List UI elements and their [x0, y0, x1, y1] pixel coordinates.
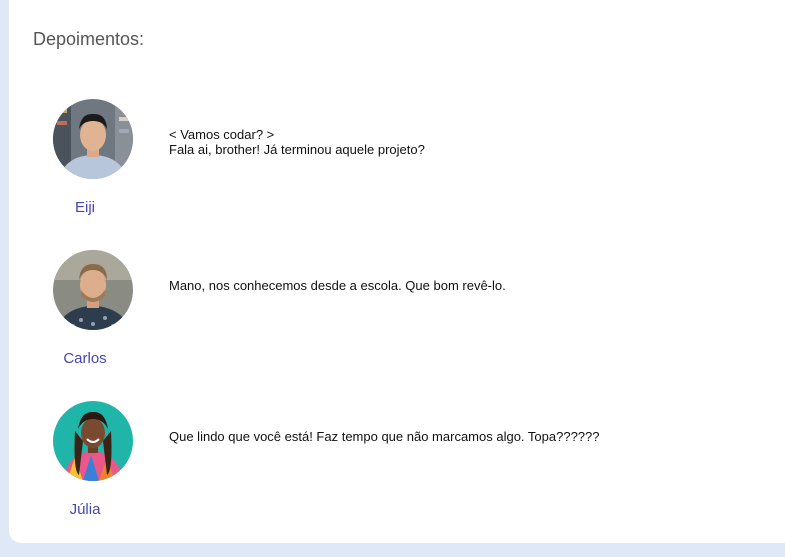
testimonial-item: Eiji < Vamos codar? > Fala ai, brother! … — [9, 99, 785, 229]
testimonial-name: Carlos — [63, 350, 107, 367]
testimonials-card: Depoimentos: Eiji < Vamos codar? > Fala … — [9, 0, 785, 543]
testimonial-message: Que lindo que você está! Faz tempo que n… — [169, 429, 600, 444]
avatar-eiji — [53, 99, 133, 179]
message-line: Que lindo que você está! Faz tempo que n… — [169, 429, 600, 444]
testimonial-message: Mano, nos conhecemos desde a escola. Que… — [169, 278, 506, 293]
avatar-julia — [53, 401, 133, 481]
message-line: < Vamos codar? > — [169, 127, 275, 142]
message-line: Mano, nos conhecemos desde a escola. Que… — [169, 278, 506, 293]
testimonial-item: Carlos Mano, nos conhecemos desde a esco… — [9, 250, 785, 380]
message-line: Fala ai, brother! Já terminou aquele pro… — [169, 142, 425, 157]
section-title: Depoimentos: — [33, 29, 145, 49]
testimonial-name: Eiji — [74, 199, 95, 216]
avatar-carlos — [53, 250, 133, 330]
testimonial-message: < Vamos codar? > Fala ai, brother! Já te… — [169, 127, 425, 157]
testimonial-name: Júlia — [69, 501, 101, 518]
testimonial-item: Júlia Que lindo que você está! Faz tempo… — [9, 401, 785, 531]
